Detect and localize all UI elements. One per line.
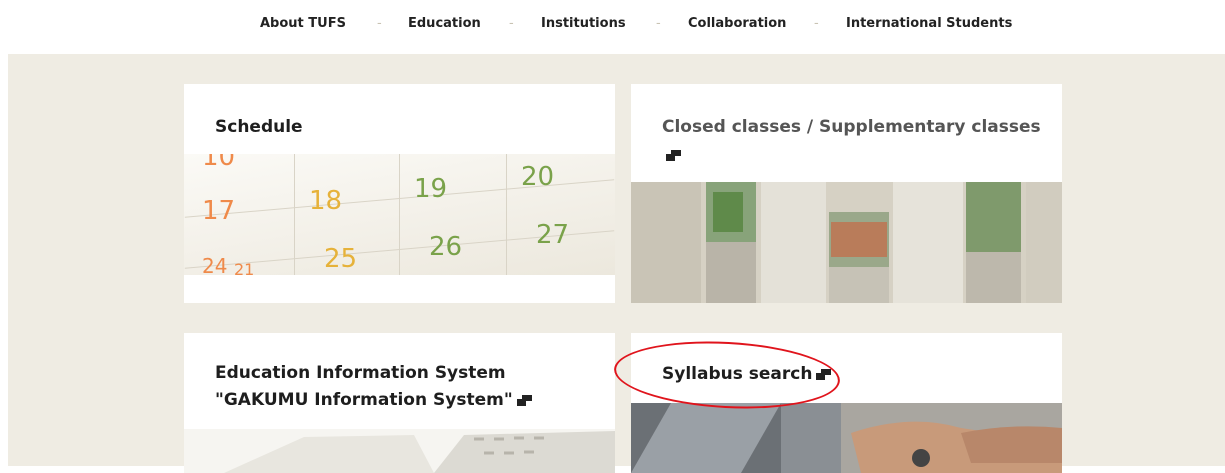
calendar-number: 18 — [309, 186, 343, 216]
external-link-icon — [516, 394, 532, 406]
calendar-number: 24 — [202, 254, 228, 275]
nav-about-tufs[interactable]: About TUFS — [260, 16, 346, 31]
calendar-number: 10 — [202, 154, 236, 172]
closed-classes-title-text: Closed classes / Supplementary classes — [662, 117, 1041, 137]
education-info-title-line2-text: "GAKUMU Information System" — [215, 390, 513, 410]
calendar-number: 21 — [234, 260, 255, 275]
nav-separator: - — [814, 16, 819, 31]
keyboard-photo-art — [184, 429, 615, 473]
calendar-number: 26 — [429, 232, 463, 262]
calendar-number: 20 — [521, 162, 555, 192]
nav-separator: - — [509, 16, 514, 31]
top-navigation: About TUFS - Education - Institutions - … — [0, 0, 1225, 54]
nav-separator: - — [377, 16, 382, 31]
nav-international-students[interactable]: International Students — [846, 16, 1012, 31]
nav-education[interactable]: Education — [408, 16, 481, 31]
external-link-icon — [666, 150, 681, 161]
schedule-card[interactable]: Schedule 10 18 19 20 17 25 26 27 24 21 — [184, 84, 615, 303]
calendar-number: 19 — [414, 174, 448, 204]
window-photo — [631, 182, 1062, 303]
calendar-grid-line — [399, 154, 400, 275]
laptop-photo-art — [631, 403, 1062, 473]
education-info-title-line1: Education Information System — [215, 363, 506, 383]
education-info-system-card[interactable]: Education Information System "GAKUMU Inf… — [184, 333, 615, 473]
nav-collaboration[interactable]: Collaboration — [688, 16, 786, 31]
education-info-system-title: Education Information System "GAKUMU Inf… — [215, 360, 532, 414]
nav-institutions[interactable]: Institutions — [541, 16, 626, 31]
calendar-image: 10 18 19 20 17 25 26 27 24 21 — [184, 154, 615, 275]
calendar-number: 27 — [536, 220, 570, 250]
keyboard-photo — [184, 429, 615, 473]
nav-separator: - — [656, 16, 661, 31]
window-photo-art — [631, 182, 1062, 303]
education-info-title-line2: "GAKUMU Information System" — [215, 387, 532, 414]
schedule-title: Schedule — [215, 117, 303, 137]
calendar-number: 25 — [324, 244, 358, 274]
calendar-grid-line — [506, 154, 507, 275]
calendar-number: 17 — [202, 196, 236, 226]
closed-classes-title: Closed classes / Supplementary classes — [662, 114, 1041, 141]
calendar-grid-line — [294, 154, 295, 275]
laptop-photo — [631, 403, 1062, 473]
closed-classes-card[interactable]: Closed classes / Supplementary classes — [631, 84, 1062, 303]
